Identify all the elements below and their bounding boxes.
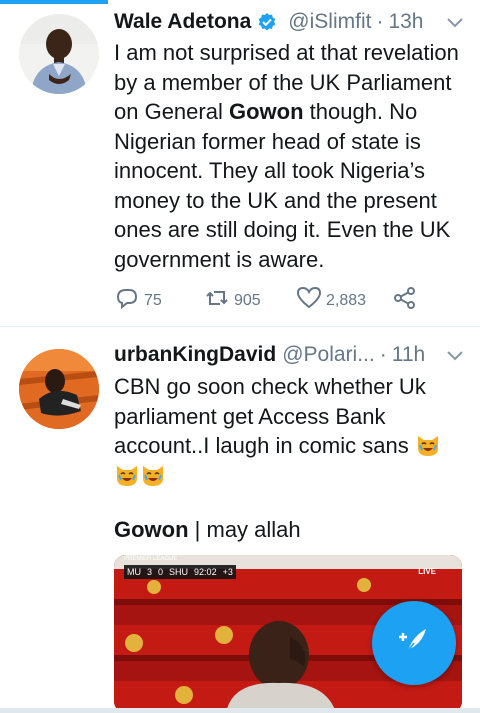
tweet-actions: 75 905 2,883: [114, 285, 418, 316]
laughing-cat-emoji: [140, 462, 166, 488]
chevron-down-icon[interactable]: [444, 344, 466, 366]
home-score: 3: [147, 567, 153, 577]
author-name[interactable]: Wale Adetona: [114, 10, 251, 34]
share-icon: [392, 285, 418, 316]
avatar-photo: [19, 349, 99, 429]
reply-count: 75: [144, 291, 162, 309]
author-name[interactable]: urbanKingDavid: [114, 343, 276, 367]
heart-icon: [296, 285, 322, 316]
home-team: MU: [127, 567, 141, 577]
separator-dot: ·: [376, 10, 384, 33]
league-label: PREMIER LEAGUE: [124, 556, 178, 562]
avatar[interactable]: [19, 349, 99, 429]
like-button[interactable]: 2,883: [296, 285, 392, 316]
verified-badge-icon: [257, 12, 277, 32]
tweet-text-part: though. No Nigerian former head of state…: [114, 99, 451, 272]
tweet-header: urbanKingDavid @Polari... · 11h: [114, 341, 466, 369]
tweet-text: I am not surprised at that revelation by…: [114, 38, 462, 274]
author-handle[interactable]: @iSlimfit: [288, 10, 371, 34]
avatar[interactable]: [19, 14, 99, 94]
reply-icon: [114, 285, 140, 316]
away-team: SHU: [169, 567, 189, 577]
laughing-cat-emoji: [415, 432, 441, 458]
tweet-caption: Gowon | may allah: [114, 517, 301, 543]
tweet-text-part: CBN go soon check whether Uk parliament …: [114, 374, 426, 458]
reply-button[interactable]: 75: [114, 285, 204, 316]
tweet-timestamp[interactable]: 13h: [388, 10, 423, 34]
match-clock: 92:02: [194, 567, 217, 577]
like-count: 2,883: [326, 291, 367, 309]
tweet-header: Wale Adetona @iSlimfit · 13h: [114, 8, 466, 36]
caption-highlight: Gowon: [114, 517, 189, 542]
laughing-cat-emoji: [114, 462, 140, 488]
separator-dot: ·: [379, 343, 387, 366]
chevron-down-icon[interactable]: [444, 11, 466, 33]
tweet-text: CBN go soon check whether Uk parliament …: [114, 372, 462, 490]
compose-tweet-icon: [394, 621, 434, 666]
retweet-count: 905: [234, 291, 261, 309]
scoreboard-overlay: MU 3 0 SHU 92:02 +3: [124, 565, 236, 579]
added-time: +3: [222, 567, 233, 577]
tweet-timestamp[interactable]: 11h: [392, 343, 425, 367]
bottom-divider: [0, 708, 480, 713]
avatar-photo: [19, 14, 99, 94]
retweet-button[interactable]: 905: [204, 285, 296, 316]
tweet-text-highlight: Gowon: [228, 99, 304, 124]
away-score: 0: [158, 567, 164, 577]
tweet[interactable]: Wale Adetona @iSlimfit · 13h I am not su…: [0, 0, 480, 327]
caption-text: | may allah: [188, 517, 301, 542]
retweet-icon: [204, 285, 230, 316]
share-button[interactable]: [392, 285, 418, 316]
live-badge: LIVE: [418, 567, 436, 576]
compose-tweet-button[interactable]: [372, 601, 456, 685]
author-handle[interactable]: @Polari...: [282, 343, 375, 367]
